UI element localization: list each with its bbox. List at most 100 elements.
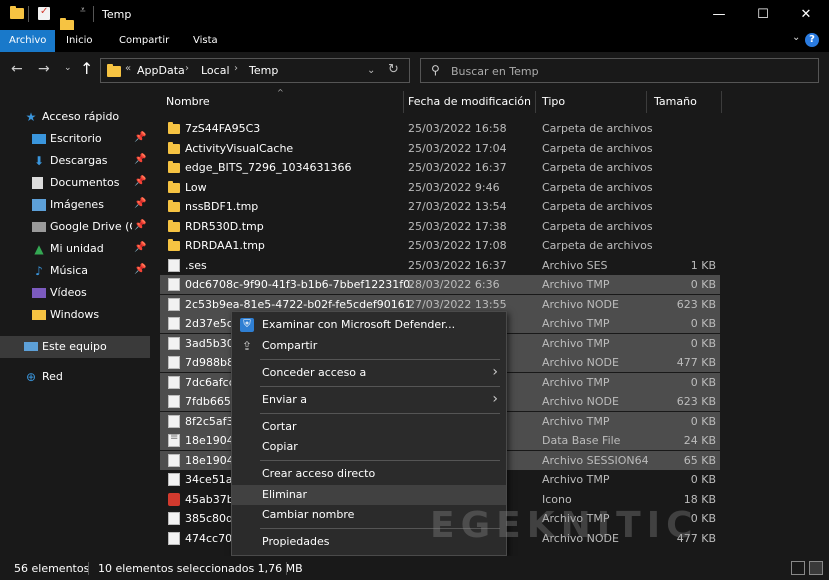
breadcrumb-overflow[interactable]: « bbox=[125, 63, 131, 74]
nav-label: Imágenes bbox=[50, 198, 104, 211]
breadcrumb-local[interactable]: Local bbox=[201, 64, 230, 77]
pictures-icon bbox=[32, 199, 46, 211]
forward-arrow-icon[interactable]: → bbox=[38, 61, 50, 77]
folder-icon bbox=[168, 220, 180, 232]
column-divider[interactable] bbox=[403, 91, 404, 113]
file-type: Carpeta de archivos bbox=[542, 181, 652, 194]
recent-locations-icon[interactable]: ⌄ bbox=[64, 63, 72, 73]
file-icon bbox=[168, 532, 180, 545]
nav-item-escritorio[interactable]: Escritorio 📌 bbox=[0, 128, 150, 150]
column-headers: ^ Nombre Fecha de modificación Tipo Tama… bbox=[150, 88, 829, 116]
search-input[interactable] bbox=[451, 63, 801, 79]
google-drive-icon bbox=[32, 222, 46, 232]
file-type: Archivo TMP bbox=[542, 337, 610, 350]
nav-item-windows[interactable]: Windows bbox=[0, 304, 150, 326]
file-size: 0 KB bbox=[690, 473, 716, 486]
menu-item-cut[interactable]: Cortar bbox=[232, 417, 506, 437]
file-size: 65 KB bbox=[683, 454, 716, 467]
nav-item-imagenes[interactable]: Imágenes 📌 bbox=[0, 194, 150, 216]
menu-item-copy[interactable]: Copiar bbox=[232, 437, 506, 457]
minimize-button[interactable]: — bbox=[699, 4, 739, 26]
nav-item-descargas[interactable]: ⬇ Descargas 📌 bbox=[0, 150, 150, 172]
menu-item-delete[interactable]: Eliminar bbox=[232, 485, 506, 505]
breadcrumb-separator: › bbox=[185, 63, 189, 74]
file-row[interactable]: RDRDAA1.tmp 25/03/2022 17:08 Carpeta de ar… bbox=[160, 236, 720, 255]
file-row[interactable]: ActivityVisualCache 25/03/2022 17:04 Carpe… bbox=[160, 139, 720, 158]
file-row[interactable]: 7zS44FA95C3 25/03/2022 16:58 Carpeta de ar… bbox=[160, 119, 720, 138]
nav-item-este-equipo[interactable]: Este equipo bbox=[0, 336, 150, 358]
maximize-button[interactable]: ☐ bbox=[743, 4, 783, 26]
large-icons-view-icon[interactable] bbox=[809, 561, 823, 575]
file-icon bbox=[168, 356, 180, 369]
database-file-icon bbox=[168, 432, 180, 447]
file-date: 27/03/2022 13:55 bbox=[408, 298, 507, 311]
search-box[interactable]: ⚲ bbox=[420, 58, 819, 83]
computer-icon bbox=[24, 342, 38, 351]
tab-inicio[interactable]: Inicio bbox=[57, 30, 101, 52]
file-size: 477 KB bbox=[676, 356, 716, 369]
file-type: Carpeta de archivos bbox=[542, 161, 652, 174]
tab-compartir[interactable]: Compartir bbox=[110, 30, 178, 52]
customize-toolbar-icon[interactable]: ⩡ bbox=[80, 5, 86, 16]
menu-item-scan-defender[interactable]: ⛨ Examinar con Microsoft Defender... bbox=[232, 315, 506, 335]
menu-label: Eliminar bbox=[262, 488, 308, 501]
tab-archivo[interactable]: Archivo bbox=[0, 30, 56, 52]
defender-shield-icon: ⛨ bbox=[240, 318, 254, 332]
folder-icon bbox=[168, 161, 180, 173]
menu-item-grant-access[interactable]: Conceder acceso a › bbox=[232, 363, 506, 383]
back-arrow-icon[interactable]: ← bbox=[11, 61, 23, 77]
column-header-size[interactable]: Tamaño bbox=[654, 95, 697, 108]
nav-item-quick-access[interactable]: ★ Acceso rápido bbox=[0, 106, 150, 128]
file-size: 0 KB bbox=[690, 317, 716, 330]
refresh-icon[interactable]: ↻ bbox=[388, 62, 399, 77]
file-row[interactable]: .ses 25/03/2022 16:37 Archivo SES 1 KB bbox=[160, 256, 720, 275]
menu-item-send-to[interactable]: Enviar a › bbox=[232, 390, 506, 410]
file-name: Low bbox=[185, 181, 207, 194]
column-header-modified[interactable]: Fecha de modificación bbox=[408, 95, 531, 108]
menu-item-share[interactable]: ⇪ Compartir bbox=[232, 336, 506, 356]
up-arrow-icon[interactable]: ↑ bbox=[80, 59, 93, 78]
column-header-type[interactable]: Tipo bbox=[542, 95, 565, 108]
share-icon: ⇪ bbox=[241, 339, 253, 353]
file-row[interactable]: RDR530D.tmp 25/03/2022 17:38 Carpeta de ar… bbox=[160, 217, 720, 236]
column-divider[interactable] bbox=[721, 91, 722, 113]
close-button[interactable]: ✕ bbox=[786, 4, 826, 26]
details-view-icon[interactable] bbox=[791, 561, 805, 575]
expand-ribbon-icon[interactable]: ⌄ bbox=[792, 32, 800, 43]
nav-item-mi-unidad[interactable]: ▲ Mi unidad 📌 bbox=[0, 238, 150, 260]
file-row[interactable]: Low 25/03/2022 9:46 Carpeta de archivos bbox=[160, 178, 720, 197]
nav-item-red[interactable]: ⊕ Red bbox=[0, 366, 150, 388]
file-name: nssBDF1.tmp bbox=[185, 200, 259, 213]
file-name: RDR530D.tmp bbox=[185, 220, 264, 233]
nav-item-videos[interactable]: Vídeos bbox=[0, 282, 150, 304]
folder-icon bbox=[168, 181, 180, 193]
breadcrumb-appdata[interactable]: AppData bbox=[137, 64, 185, 77]
file-row[interactable]: nssBDF1.tmp 27/03/2022 13:54 Carpeta de ar… bbox=[160, 197, 720, 216]
nav-item-musica[interactable]: ♪ Música 📌 bbox=[0, 260, 150, 282]
file-row[interactable]: edge_BITS_7296_1034631366 25/03/2022 16:3… bbox=[160, 158, 720, 177]
file-type: Carpeta de archivos bbox=[542, 239, 652, 252]
column-header-name[interactable]: Nombre bbox=[166, 95, 210, 108]
breadcrumb-temp[interactable]: Temp bbox=[249, 64, 278, 77]
help-icon[interactable]: ? bbox=[805, 33, 819, 47]
ribbon-tabs: Archivo Inicio Compartir Vista ⌄ ? bbox=[0, 30, 829, 52]
file-date: 25/03/2022 16:37 bbox=[408, 161, 507, 174]
file-name: edge_BITS_7296_1034631366 bbox=[185, 161, 352, 174]
menu-item-create-shortcut[interactable]: Crear acceso directo bbox=[232, 464, 506, 484]
folder-icon bbox=[32, 310, 46, 320]
file-size: 1 KB bbox=[690, 259, 716, 272]
file-type: Carpeta de archivos bbox=[542, 122, 652, 135]
folder-icon bbox=[168, 142, 180, 154]
nav-label: Descargas bbox=[50, 154, 108, 167]
file-row[interactable]: 0dc6708c-9f90-41f3-b1b6-7bbef12231f0.t..… bbox=[160, 275, 720, 294]
nav-item-documentos[interactable]: Documentos 📌 bbox=[0, 172, 150, 194]
address-bar[interactable]: « AppData › Local › Temp ⌄ ↻ bbox=[100, 58, 410, 83]
properties-icon[interactable]: ✓ bbox=[38, 6, 50, 20]
nav-item-google-drive[interactable]: Google Drive (G: 📌 bbox=[0, 216, 150, 238]
column-divider[interactable] bbox=[535, 91, 536, 113]
address-dropdown-icon[interactable]: ⌄ bbox=[367, 65, 375, 76]
folder-icon bbox=[107, 64, 121, 77]
tab-vista[interactable]: Vista bbox=[184, 30, 227, 52]
column-divider[interactable] bbox=[646, 91, 647, 113]
nav-label: Documentos bbox=[50, 176, 120, 189]
